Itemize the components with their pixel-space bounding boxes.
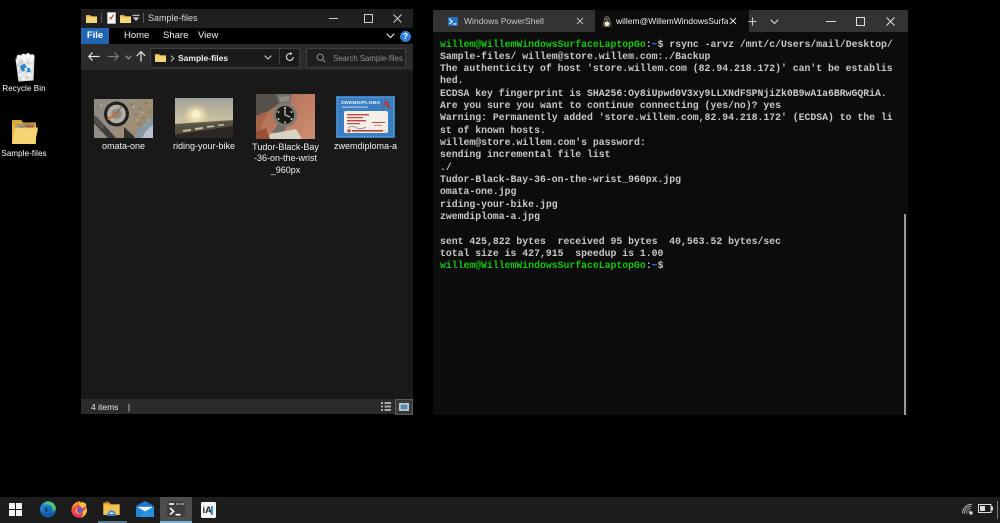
svg-text:A: A [382,97,391,111]
svg-text:ZWEMDIPLOMA: ZWEMDIPLOMA [341,100,381,106]
